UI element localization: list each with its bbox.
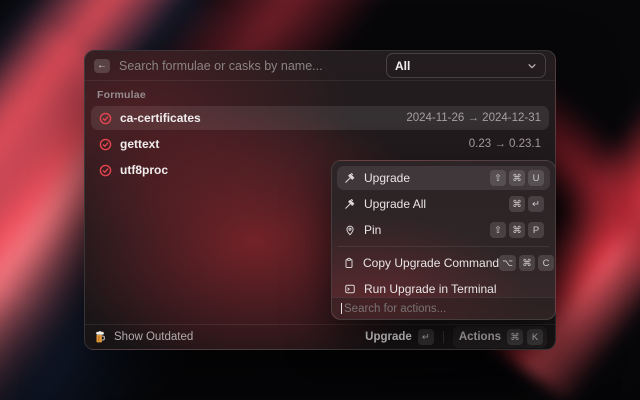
show-outdated-label[interactable]: Show Outdated xyxy=(114,331,193,343)
actions-menu-button[interactable]: Actions ⌘ K xyxy=(453,326,547,348)
menu-separator xyxy=(338,246,549,247)
keycap-c: C xyxy=(538,255,554,271)
text-cursor xyxy=(341,303,342,314)
menu-item-label: Pin xyxy=(364,223,381,237)
beer-mug-icon xyxy=(93,330,107,344)
desktop: ← Search formulae or casks by name... Al… xyxy=(0,0,640,400)
actions-label: Actions xyxy=(459,331,501,343)
keycap-command: ⌘ xyxy=(507,329,523,345)
menu-item-run-upgrade-in-terminal[interactable]: Run Upgrade in Terminal xyxy=(337,277,550,299)
actions-search[interactable]: Search for actions... xyxy=(332,297,555,319)
shortcut-keys: ⌘ ↵ xyxy=(509,196,544,212)
formula-version-change: 0.23 → 0.23.1 xyxy=(469,138,541,150)
chevron-down-icon xyxy=(527,61,537,71)
formula-name: utf8proc xyxy=(120,163,168,177)
filter-dropdown[interactable]: All xyxy=(386,53,546,78)
shortcut-keys: ⇧ ⌘ P xyxy=(490,222,544,238)
formula-version-change: 2024-11-26 → 2024-12-31 xyxy=(406,112,541,124)
outdated-check-icon xyxy=(99,112,112,125)
menu-item-label: Run Upgrade in Terminal xyxy=(364,282,497,296)
menu-item-upgrade-all[interactable]: Upgrade All ⌘ ↵ xyxy=(337,192,550,216)
shortcut-keys: ⇧ ⌘ U xyxy=(490,170,544,186)
hammer-icon xyxy=(343,172,356,184)
back-button[interactable]: ← xyxy=(94,59,110,73)
actions-panel: Upgrade ⇧ ⌘ U Upgrade All ⌘ ↵ xyxy=(331,160,556,320)
keycap-k: K xyxy=(527,329,543,345)
menu-item-pin[interactable]: Pin ⇧ ⌘ P xyxy=(337,218,550,242)
status-bar-actions: Upgrade ↵ Actions ⌘ K xyxy=(365,326,547,348)
keycap-command: ⌘ xyxy=(509,222,525,238)
divider xyxy=(443,331,444,343)
arrow-left-icon: ← xyxy=(97,61,107,71)
menu-item-upgrade[interactable]: Upgrade ⇧ ⌘ U xyxy=(337,166,550,190)
primary-action-button[interactable]: Upgrade xyxy=(365,331,412,343)
formula-name: gettext xyxy=(120,137,159,151)
search-input[interactable]: Search formulae or casks by name... xyxy=(119,59,323,73)
keycap-shift: ⇧ xyxy=(490,222,506,238)
menu-item-label: Upgrade All xyxy=(364,197,426,211)
section-header-formulae: Formulae xyxy=(97,89,543,101)
keycap-u: U xyxy=(528,170,544,186)
terminal-icon xyxy=(343,283,356,295)
keycap-option: ⌥ xyxy=(499,255,516,271)
keycap-shift: ⇧ xyxy=(490,170,506,186)
keycap-return: ↵ xyxy=(418,329,434,345)
formula-name: ca-certificates xyxy=(120,111,201,125)
hammer-icon xyxy=(343,198,356,210)
menu-item-copy-upgrade-command[interactable]: Copy Upgrade Command ⌥ ⌘ C xyxy=(337,251,550,275)
shortcut-keys: ⌥ ⌘ C xyxy=(499,255,554,271)
window-header: ← Search formulae or casks by name... Al… xyxy=(85,51,555,81)
actions-search-placeholder: Search for actions... xyxy=(344,303,446,315)
keycap-command: ⌘ xyxy=(509,170,525,186)
outdated-check-icon xyxy=(99,164,112,177)
menu-item-label: Upgrade xyxy=(364,171,410,185)
actions-menu-list: Upgrade ⇧ ⌘ U Upgrade All ⌘ ↵ xyxy=(332,161,555,299)
keycap-p: P xyxy=(528,222,544,238)
clipboard-icon xyxy=(343,257,355,269)
keycap-command: ⌘ xyxy=(519,255,535,271)
pin-icon xyxy=(343,224,356,236)
outdated-check-icon xyxy=(99,138,112,151)
filter-dropdown-value: All xyxy=(395,59,410,73)
menu-item-label: Copy Upgrade Command xyxy=(363,256,499,270)
status-bar: Show Outdated Upgrade ↵ Actions ⌘ K xyxy=(85,324,555,349)
keycap-command: ⌘ xyxy=(509,196,525,212)
list-item-gettext[interactable]: gettext 0.23 → 0.23.1 xyxy=(91,132,549,156)
list-item-ca-certificates[interactable]: ca-certificates 2024-11-26 → 2024-12-31 xyxy=(91,106,549,130)
keycap-return: ↵ xyxy=(528,196,544,212)
